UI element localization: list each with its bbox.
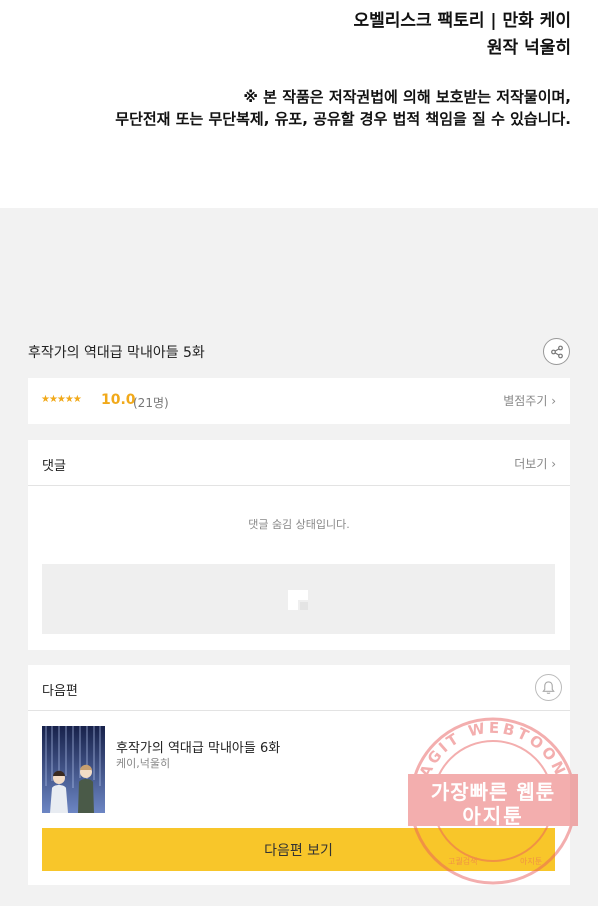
comments-more-link[interactable]: 더보기 › xyxy=(514,455,556,472)
next-episode-section-title: 다음편 xyxy=(42,684,78,699)
share-button[interactable] xyxy=(543,338,570,365)
rate-button[interactable]: 별점주기 › xyxy=(503,392,556,409)
author-notice-area: 오벨리스크 팩토리 | 만화 케이 원작 넉울히 ※ 본 작품은 저작권법에 의… xyxy=(0,0,598,208)
share-icon xyxy=(550,345,563,358)
next-episode-header: 다음편 xyxy=(28,665,570,711)
rating-stars: ★★★★★ xyxy=(41,394,82,405)
credit-line-original: 원작 넉울히 xyxy=(486,38,571,58)
rating-score: 10.0 xyxy=(101,392,136,408)
next-episode-thumbnail[interactable] xyxy=(42,726,105,813)
watermark-stamp: AGIT WEBTOON 고퀄검색 아지툰 가장빠른 웹툰 아지툰 xyxy=(408,716,578,886)
watermark-bottom-left: 고퀄검색 xyxy=(448,856,477,866)
next-episode-title[interactable]: 후작가의 역대급 막내아들 6화 xyxy=(116,737,280,756)
copyright-notice-line1: ※ 본 작품은 저작권법에 의해 보호받는 저작물이며, xyxy=(243,88,571,106)
comments-hidden-message: 댓글 숨김 상태입니다. xyxy=(248,518,350,531)
broken-image-icon xyxy=(288,590,308,610)
rating-card: ★★★★★ 10.0 (21명) 별점주기 › xyxy=(28,378,570,424)
watermark-line2: 아지툰 xyxy=(462,804,524,828)
next-episode-author: 케이,넉울히 xyxy=(116,757,171,770)
svg-text:AGIT WEBTOON: AGIT WEBTOON xyxy=(416,719,570,780)
comments-card: 댓글 더보기 › 댓글 숨김 상태입니다. xyxy=(28,440,570,650)
rating-count: (21명) xyxy=(133,396,169,410)
comments-title: 댓글 xyxy=(42,459,66,474)
ad-placeholder xyxy=(42,564,555,634)
copyright-notice-line2: 무단전재 또는 무단복제, 유포, 공유할 경우 법적 책임을 질 수 있습니다… xyxy=(115,110,571,128)
notification-bell-button[interactable] xyxy=(535,674,562,701)
bell-icon xyxy=(542,681,555,694)
credit-line-studio: 오벨리스크 팩토리 | 만화 케이 xyxy=(353,11,571,31)
comments-header: 댓글 더보기 › xyxy=(28,440,570,486)
watermark-bottom-right: 아지툰 xyxy=(520,856,542,866)
watermark-ring-text: AGIT WEBTOON xyxy=(416,719,567,780)
episode-title: 후작가의 역대급 막내아들 5화 xyxy=(28,345,205,361)
